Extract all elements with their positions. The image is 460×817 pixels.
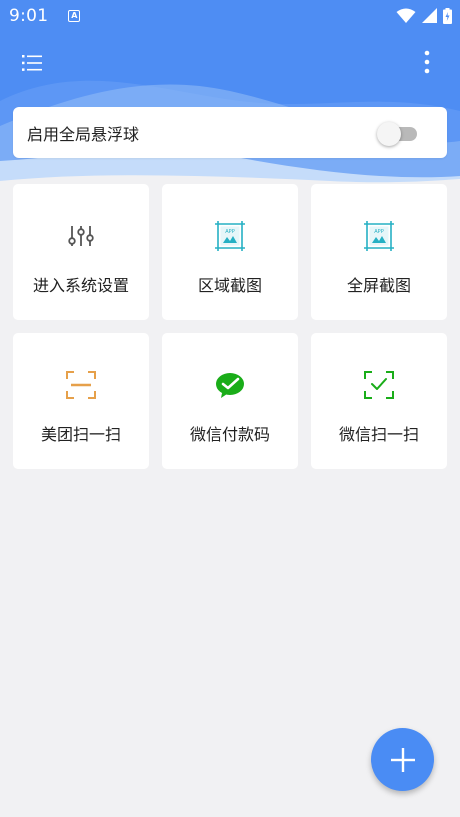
tile-label: 微信扫一扫 <box>338 425 419 444</box>
wifi-icon <box>396 8 416 23</box>
float-ball-toggle[interactable] <box>377 121 419 146</box>
tile-wechat-scan[interactable]: 微信扫一扫 <box>311 333 447 469</box>
tile-label: 美团扫一扫 <box>40 425 121 444</box>
sliders-icon <box>65 220 97 252</box>
tile-wechat-pay-code[interactable]: 微信付款码 <box>162 333 298 469</box>
plus-icon <box>390 747 415 772</box>
toggle-thumb <box>377 121 401 146</box>
svg-text:APP: APP <box>225 229 234 235</box>
tile-label: 进入系统设置 <box>32 276 129 295</box>
scan-icon <box>65 369 97 401</box>
tile-meituan-scan[interactable]: 美团扫一扫 <box>13 333 149 469</box>
add-button[interactable] <box>371 728 434 791</box>
float-ball-card: 启用全局悬浮球 <box>13 107 447 158</box>
scan-check-icon <box>363 369 395 401</box>
svg-text:APP: APP <box>374 229 383 235</box>
battery-icon <box>443 7 452 24</box>
tile-system-settings[interactable]: 进入系统设置 <box>13 184 149 320</box>
float-ball-label: 启用全局悬浮球 <box>27 124 140 144</box>
tile-label: 微信付款码 <box>189 425 270 444</box>
fullscreen-screenshot-icon: APP <box>363 220 395 252</box>
area-screenshot-icon: APP <box>214 220 246 252</box>
status-bar: 9:01 A <box>0 0 460 31</box>
more-vert-icon[interactable] <box>417 49 437 77</box>
status-icons <box>396 7 452 24</box>
status-time: 9:01 <box>9 5 49 26</box>
a-icon: A <box>68 9 81 22</box>
list-menu-icon[interactable] <box>22 53 42 73</box>
signal-icon <box>422 8 437 23</box>
wechat-icon <box>214 369 246 401</box>
tile-area-screenshot[interactable]: APP 区域截图 <box>162 184 298 320</box>
tile-label: 全屏截图 <box>346 276 411 295</box>
tile-fullscreen-screenshot[interactable]: APP 全屏截图 <box>311 184 447 320</box>
tile-label: 区域截图 <box>197 276 262 295</box>
